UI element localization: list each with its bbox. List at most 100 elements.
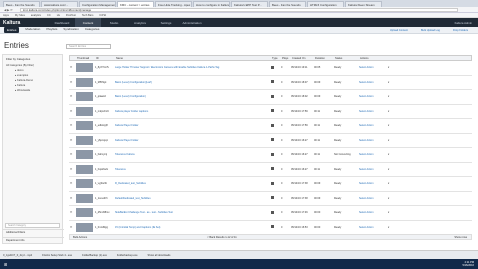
entry-name[interactable]: 15 (Uninitial Temp) and Captions (IE Set… bbox=[114, 226, 270, 229]
entry-name[interactable]: Kaltura player Folder captions bbox=[114, 110, 270, 113]
chevron-down-icon[interactable]: ▾ bbox=[387, 110, 395, 113]
subnav-link[interactable]: Drop Folders bbox=[453, 29, 468, 32]
actions-dropdown[interactable]: Select Action bbox=[358, 66, 387, 69]
entry-name[interactable]: Basic (Level) Configuration)(Larf) bbox=[114, 81, 270, 84]
search-input[interactable]: Search Entries bbox=[66, 44, 111, 49]
table-row[interactable]: ☐ 1_8yzf7cc7k Large Holder Thruster Suppor… bbox=[69, 61, 472, 76]
main-nav-item[interactable]: Analytics bbox=[127, 18, 153, 27]
entry-name[interactable]: DefaultDedicated_test_Subtitles bbox=[114, 197, 270, 200]
table-row[interactable]: ☐ 1_vyj4iu3b R_Dedicated_test_Subtitles 0 05… bbox=[69, 177, 472, 192]
main-nav-item[interactable]: Content bbox=[75, 18, 101, 27]
download-item[interactable]: Firefox Setup Stub 4...exe bbox=[42, 254, 72, 257]
entry-duration: 00:09 bbox=[314, 196, 321, 200]
actions-dropdown[interactable]: Select Action bbox=[358, 197, 387, 200]
subnav-link[interactable]: Upload Content bbox=[390, 29, 408, 32]
subnav-item[interactable]: Categories bbox=[85, 27, 100, 33]
chevron-down-icon[interactable]: ▾ bbox=[387, 139, 395, 142]
chevron-down-icon[interactable]: ▾ bbox=[387, 197, 395, 200]
actions-dropdown[interactable]: Select Action bbox=[358, 182, 387, 185]
table-row[interactable]: ☐ 1_1cevdt7n DefaultDedicated_test_Subtitl… bbox=[69, 192, 472, 206]
table-row[interactable]: ☐ 1_hqsk3wlx Tolerance 0 05/14/16 16:27 00:11… bbox=[69, 163, 472, 177]
subnav-item[interactable]: Entries bbox=[4, 27, 20, 33]
column-header[interactable]: Actions bbox=[359, 57, 388, 60]
url-field[interactable]: kmc.kaltura.com/index.php/kmc/kmc4#conte… bbox=[20, 7, 458, 12]
bookmark-item[interactable]: ICPIA bbox=[99, 14, 106, 17]
actions-dropdown[interactable]: Select Action bbox=[358, 153, 387, 156]
column-header[interactable]: ID bbox=[95, 57, 115, 60]
chevron-down-icon[interactable]: ▾ bbox=[387, 226, 395, 229]
department-info[interactable]: Department info bbox=[3, 237, 64, 243]
windows-start-icon[interactable]: ⊞ bbox=[4, 262, 7, 267]
entry-name[interactable]: Kaltura Player Folder bbox=[114, 124, 270, 127]
chevron-down-icon[interactable]: ▾ bbox=[387, 95, 395, 98]
actions-dropdown[interactable]: Select Action bbox=[358, 211, 387, 214]
download-item[interactable]: 0_zgs0rtr7_0_4xyz...mp4 bbox=[3, 254, 32, 257]
column-header[interactable]: Thumbnail bbox=[76, 57, 95, 60]
column-header[interactable]: Name bbox=[115, 57, 271, 60]
column-header[interactable]: Created On bbox=[291, 57, 314, 60]
entry-name[interactable]: R_Dedicated_test_Subtitles bbox=[114, 182, 270, 185]
actions-dropdown[interactable]: Select Action bbox=[358, 95, 387, 98]
table-row[interactable]: ☐ 1_hahxymj Tolerance Kaltura 0 05/14/16 16:… bbox=[69, 148, 472, 163]
actions-dropdown[interactable]: Select Action bbox=[358, 124, 387, 127]
actions-dropdown[interactable]: Select Action bbox=[358, 226, 387, 229]
entry-status: Ready bbox=[334, 182, 342, 186]
download-item[interactable]: FolderBackup (1).exe bbox=[82, 254, 107, 257]
subnav-item[interactable]: Playlists bbox=[46, 27, 57, 33]
page-info[interactable]: < Back Results 1-12 of 11 bbox=[207, 236, 237, 239]
chevron-down-icon[interactable]: ▾ bbox=[387, 168, 395, 171]
table-row[interactable]: ☐ 1_mkpxrlm9 Kaltura player Folder caption… bbox=[69, 105, 472, 119]
category-item[interactable]: ▸ Wowzaside bbox=[3, 88, 62, 93]
bookmark-item[interactable]: My Sites bbox=[15, 14, 25, 17]
main-nav-item[interactable]: Studio bbox=[101, 18, 127, 27]
bulk-actions[interactable]: Bulk Actions bbox=[73, 236, 87, 239]
subnav-item[interactable]: Syndication bbox=[63, 27, 79, 33]
subnav-item[interactable]: Moderation bbox=[25, 27, 40, 33]
chevron-down-icon[interactable]: ▾ bbox=[387, 211, 395, 214]
table-row[interactable]: ☐ 1_0n1d9lyg 15 (Uninitial Temp) and Capti… bbox=[69, 221, 472, 235]
bookmark-item[interactable]: Tech Bars bbox=[82, 14, 94, 17]
entry-name[interactable]: Tolerance Kaltura bbox=[114, 153, 270, 156]
actions-dropdown[interactable]: Select Action bbox=[358, 110, 387, 113]
user-name[interactable]: Kaltura Admin bbox=[455, 21, 478, 25]
entry-name[interactable]: Basic (Level) Configuration) bbox=[114, 95, 270, 98]
main-nav-item[interactable]: Administration bbox=[179, 18, 205, 27]
chevron-down-icon[interactable]: ▾ bbox=[387, 182, 395, 185]
bookmark-item[interactable]: Hs bbox=[57, 14, 60, 17]
category-search-input[interactable]: Search Category bbox=[5, 223, 60, 228]
entry-id: 1_vyj4iu3b bbox=[95, 182, 107, 186]
main-nav-item[interactable]: Settings bbox=[153, 18, 179, 27]
actions-dropdown[interactable]: Select Action bbox=[358, 81, 387, 84]
additional-filters[interactable]: Additional Filters bbox=[3, 229, 64, 235]
column-header[interactable]: Plays bbox=[281, 57, 291, 60]
entry-name[interactable]: SideBarExt Challenge Test - as - test - … bbox=[114, 211, 270, 214]
actions-dropdown[interactable]: Select Action bbox=[358, 168, 387, 171]
actions-dropdown[interactable]: Select Action bbox=[358, 139, 387, 142]
table-row[interactable]: ☐ 1_qtiaek2 Basic (Level) Configuration) 0 0… bbox=[69, 90, 472, 105]
entry-name[interactable]: Kaltura Player Folder bbox=[114, 139, 270, 142]
bookmark-item[interactable]: PostTest bbox=[66, 14, 76, 17]
bookmark-item[interactable]: analytics bbox=[31, 14, 41, 17]
entry-name[interactable]: Large Holder Thruster Support / Electron… bbox=[114, 66, 270, 69]
table-row[interactable]: ☐ 1_t8f5hlyk Basic (Level) Configuration)(… bbox=[69, 76, 472, 90]
column-header[interactable]: Status bbox=[334, 57, 359, 60]
chevron-down-icon[interactable]: ▾ bbox=[387, 81, 395, 84]
chevron-down-icon[interactable]: ▾ bbox=[387, 124, 395, 127]
download-item[interactable]: Folderbackup.exe bbox=[117, 254, 138, 257]
chevron-down-icon[interactable]: ▾ bbox=[387, 66, 395, 69]
entry-created: 05/14/16 18:07 bbox=[291, 80, 308, 84]
entry-name[interactable]: Tolerance bbox=[114, 168, 270, 171]
column-header[interactable]: Type bbox=[271, 57, 281, 60]
subnav-link[interactable]: Bulk Upload Log bbox=[421, 29, 440, 32]
table-row[interactable]: ☐ 1_d5no58mx SideBarExt Challenge Test - a… bbox=[69, 206, 472, 221]
show-rows[interactable]: Show rows bbox=[454, 236, 471, 239]
bookmark-item[interactable]: CC bbox=[47, 14, 51, 17]
table-row[interactable]: ☐ 1_edfwcpj8 Kaltura Player Folder 0 05/14/1… bbox=[69, 119, 472, 134]
chevron-down-icon[interactable]: ▾ bbox=[387, 153, 395, 156]
download-item[interactable]: Show all downloads bbox=[148, 254, 171, 257]
bookmark-item[interactable]: Apps bbox=[3, 14, 9, 17]
column-header[interactable]: Duration bbox=[314, 57, 334, 60]
nav-back-forward-icon[interactable]: ◀ ▶ ⟳ bbox=[4, 8, 20, 12]
table-row[interactable]: ☐ 1_y6pcojq1 Kaltura Player Folder 0 05/14/1… bbox=[69, 134, 472, 148]
main-nav-item[interactable]: Dashboard bbox=[49, 18, 75, 27]
